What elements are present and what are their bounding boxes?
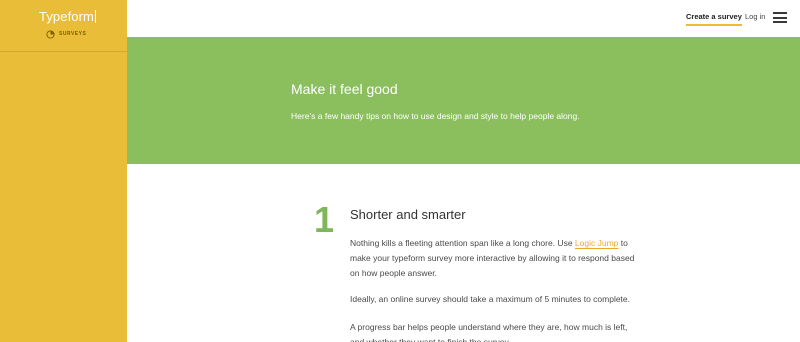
product-label: SURVEYS [59,31,87,37]
tip-paragraph: A progress bar helps people understand w… [350,322,628,342]
typeform-logo[interactable]: Typeform [39,9,96,24]
tip-paragraph: Ideally, an online survey should take a … [350,294,631,304]
survey-pie-icon [46,29,55,39]
top-navigation: Create a survey Log in [127,0,800,37]
tip-paragraph: Nothing kills a fleeting attention span … [350,236,640,281]
login-link[interactable]: Log in [745,12,765,21]
tip-paragraph-text: Nothing kills a fleeting attention span … [350,238,575,248]
product-switcher[interactable]: SURVEYS [46,29,86,39]
sidebar-brand: Typeform SURVEYS [0,0,127,52]
logo-text: Typeform [39,9,94,24]
hero-title: Make it feel good [291,81,398,97]
hero-banner: Make it feel good Here’s a few handy tip… [127,37,800,164]
tip-number: 1 [314,199,335,240]
tip-title: Shorter and smarter [350,207,466,222]
logic-jump-link[interactable]: Logic Jump [575,238,618,248]
hero-subtitle: Here’s a few handy tips on how to use de… [291,111,580,121]
hamburger-menu-icon[interactable] [773,12,787,23]
create-survey-link[interactable]: Create a survey [686,12,742,26]
sidebar: Typeform SURVEYS [0,0,127,342]
logo-cursor-mark [94,10,96,23]
tip-section: 1 Shorter and smarter Nothing kills a fl… [127,164,800,342]
